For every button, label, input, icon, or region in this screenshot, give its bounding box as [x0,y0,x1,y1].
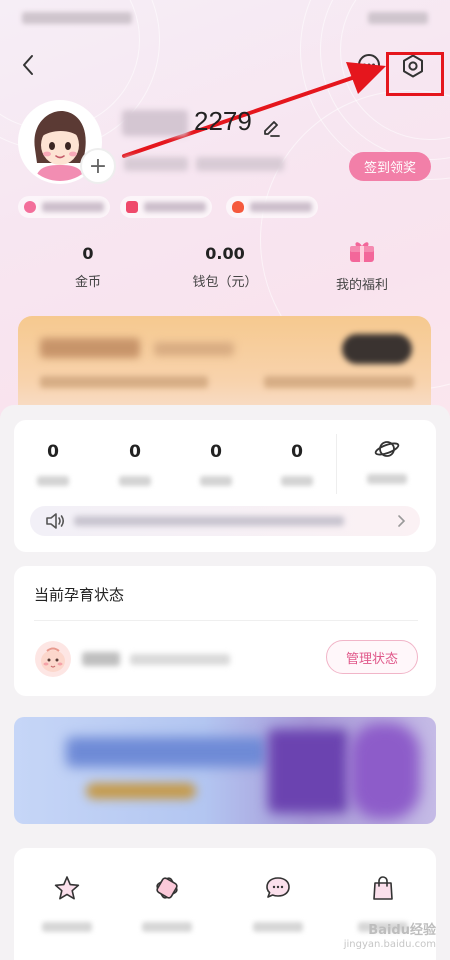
counter-label-redacted [37,476,69,486]
user-subinfo-redacted [124,157,188,171]
plus-icon: + [88,153,108,179]
status-bar [22,12,428,32]
manage-status-button[interactable]: 管理状态 [326,640,418,674]
counter-item[interactable]: 0 [272,442,322,486]
counter-label-redacted [281,476,313,486]
counters-card: 0 0 0 0 [14,420,436,552]
tool-item[interactable] [32,874,102,932]
avatar-add-button[interactable]: + [80,148,116,184]
tag-chip[interactable] [120,196,212,218]
planet-entry[interactable] [362,438,412,484]
wallet-label: 钱包（元） [192,275,258,290]
edit-name-button[interactable] [260,116,282,138]
counter-value: 0 [47,442,59,462]
edit-icon [264,121,280,137]
status-detail-redacted [130,654,230,665]
welfare-label: 我的福利 [335,278,388,293]
tag-chip[interactable] [18,196,110,218]
message-button[interactable] [356,52,382,78]
chevron-right-icon [398,515,406,527]
top-nav [0,48,450,84]
tag-chip[interactable] [226,196,318,218]
tool-item[interactable] [132,874,202,932]
coins-stat[interactable]: 0 金币 [48,244,128,290]
back-icon [23,55,33,75]
counter-item[interactable]: 0 [110,442,160,486]
divider [336,434,337,494]
tool-label-redacted [142,922,192,932]
baby-avatar [35,641,71,677]
counter-value: 0 [210,442,222,462]
counter-label-redacted [200,476,232,486]
counter-label-redacted [119,476,151,486]
back-button[interactable] [14,50,42,80]
settings-highlight-box [386,52,444,96]
watermark-url: jingyan.baidu.com [343,939,436,950]
user-id: 2279 [194,106,252,136]
chat-icon [266,877,290,898]
coins-label: 金币 [74,275,101,290]
divider [34,620,418,621]
ticket-icon [156,877,178,899]
promo-banner[interactable] [14,717,436,824]
status-name-redacted [82,652,120,666]
checkin-button[interactable]: 签到领奖 [349,152,431,181]
gift-icon [350,242,374,262]
counter-item[interactable]: 0 [28,442,78,486]
welfare-stat[interactable]: 我的福利 [322,238,402,293]
section-title: 当前孕育状态 [34,586,125,604]
wallet-stat[interactable]: 0.00 钱包（元） [170,244,280,290]
watermark: Baidu经验 jingyan.baidu.com [344,919,436,950]
planet-label-redacted [367,474,407,484]
tool-item[interactable] [243,874,313,932]
tool-label-redacted [253,922,303,932]
message-icon [358,54,380,76]
watermark-logo-text: Baidu经验 [368,923,436,938]
planet-icon [374,441,400,457]
counter-value: 0 [291,442,303,462]
wallet-value: 0.00 [205,244,245,263]
bag-icon [373,876,393,900]
notice-bar[interactable] [30,506,420,536]
counter-value: 0 [129,442,141,462]
speaker-icon [46,513,65,529]
notice-text-redacted [74,516,344,526]
star-icon [54,876,80,900]
user-name-redacted [122,110,188,136]
counter-item[interactable]: 0 [191,442,241,486]
coins-value: 0 [82,244,94,263]
user-subinfo-redacted [196,157,284,171]
tool-label-redacted [42,922,92,932]
pregnancy-card: 当前孕育状态 管理状态 [14,566,436,696]
